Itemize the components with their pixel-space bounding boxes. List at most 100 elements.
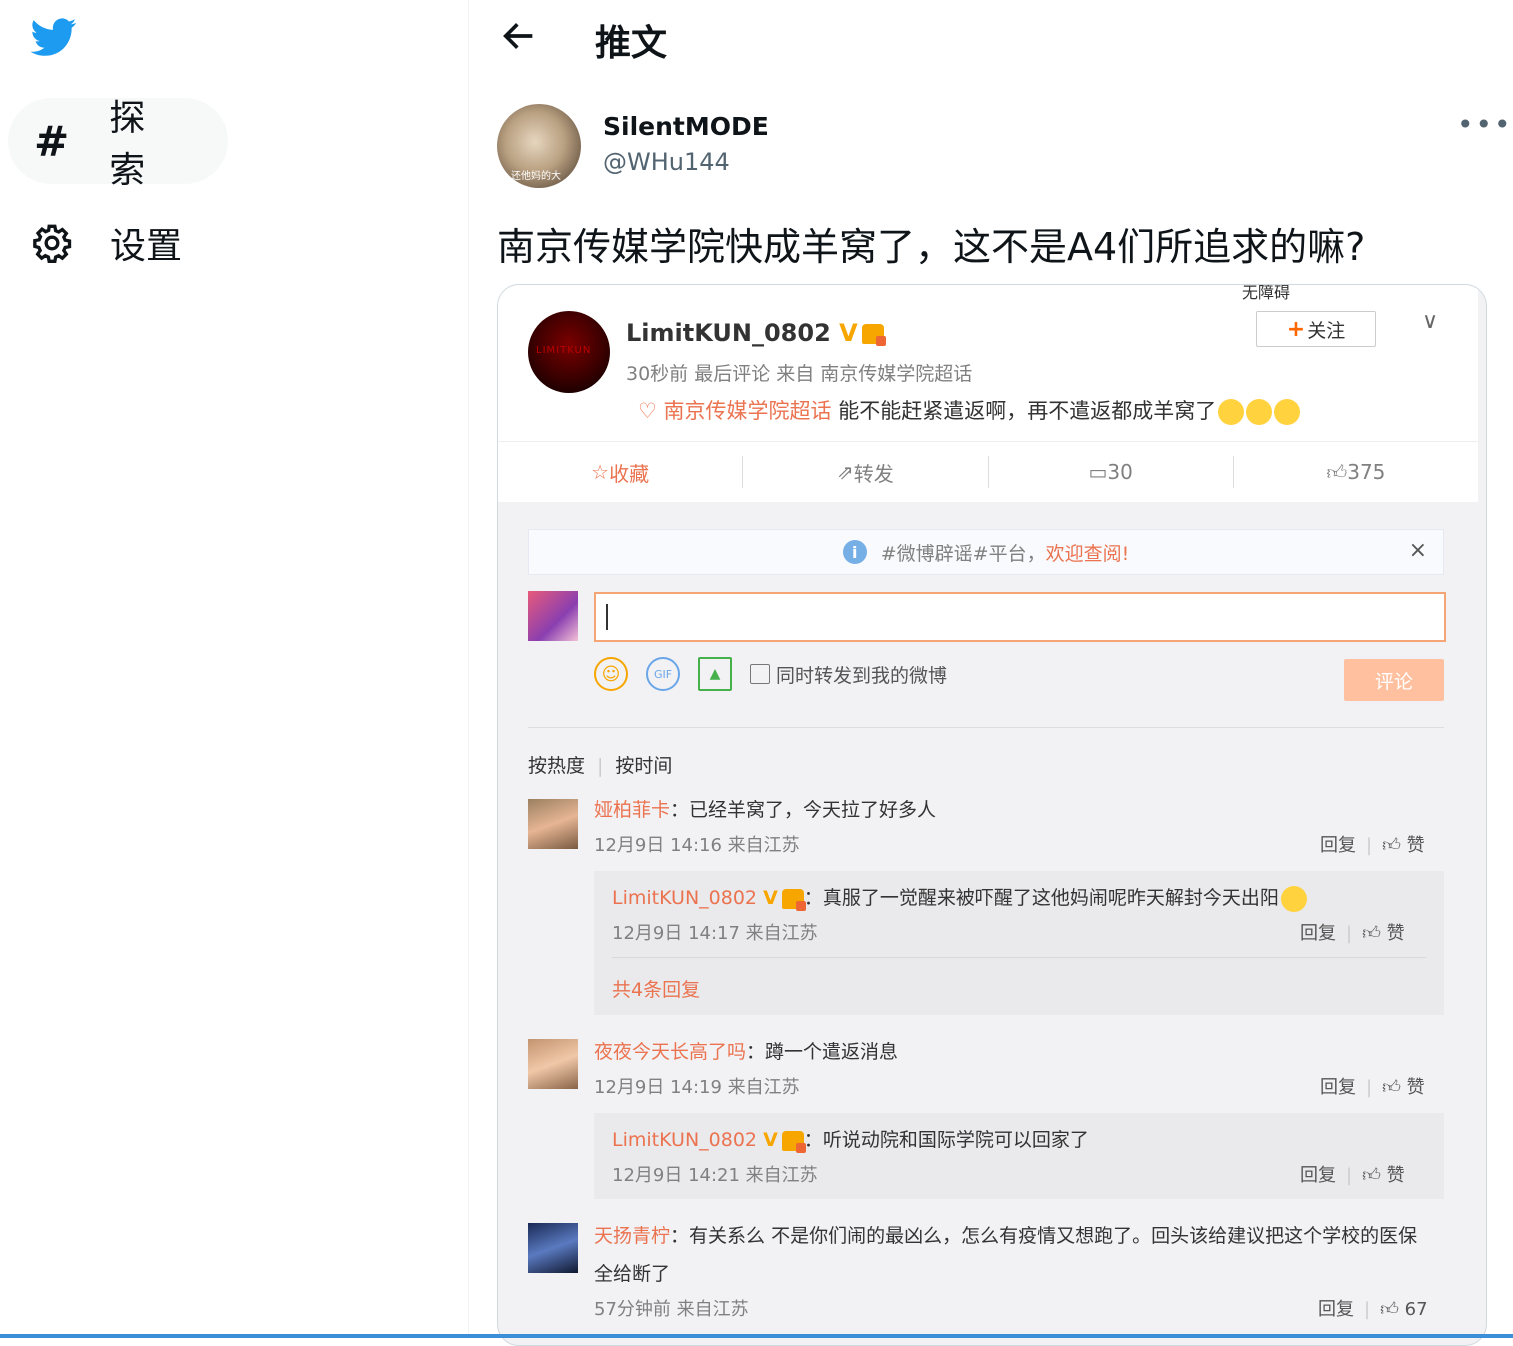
- repost-icon: ⇗: [836, 460, 854, 484]
- weibo-avatar-text: LIMITKUN: [536, 345, 592, 356]
- reply-actions: 回复 | 👍︎ 赞: [1300, 923, 1405, 944]
- verified-v-icon: V: [763, 887, 778, 909]
- gif-icon: GIF: [646, 657, 680, 691]
- comment-line: 天扬青柠：有关系么 不是你们闹的最凶么，怎么有疫情又想跑了。回头该给建议把这个学…: [594, 1225, 1418, 1247]
- comment-avatar: [528, 799, 578, 849]
- sort-hot: 按热度: [528, 755, 586, 777]
- star-icon: ☆: [591, 460, 610, 484]
- reply-time: 12月9日 14:17 来自江苏: [612, 923, 818, 944]
- author-name[interactable]: SilentMODE: [603, 112, 769, 141]
- reply-link: 回复: [1318, 1299, 1354, 1320]
- crying-emoji-icon: [1274, 399, 1301, 425]
- nav-explore[interactable]: # 探索: [8, 98, 228, 191]
- reply-author: LimitKUN_0802: [612, 887, 758, 909]
- topic-icon: ♡: [638, 399, 664, 423]
- vip-crown-icon: [861, 324, 886, 346]
- reply-text: 听说动院和国际学院可以回家了: [822, 1129, 1089, 1151]
- sync-label: 同时转发到我的微博: [776, 664, 948, 687]
- weibo-comment-input: [594, 592, 1446, 642]
- comment-actions: 回复 | 👍︎ 赞: [1320, 1077, 1425, 1098]
- reply-link: 回复: [1320, 835, 1356, 856]
- image-icon: ▲: [698, 657, 732, 691]
- tweet-text: 南京传媒学院快成羊窝了，这不是A4们所追求的嘛?: [497, 225, 1366, 269]
- comment-author: 天扬青柠: [594, 1225, 671, 1247]
- sync-checkbox: [750, 664, 770, 684]
- thumbs-up-icon: 👍︎: [1382, 835, 1407, 856]
- comment-tools: ☺ GIF ▲ 同时转发到我的微博: [594, 657, 947, 691]
- comment-author: 夜夜今天长高了吗: [594, 1041, 747, 1063]
- comment-avatar: [528, 1223, 578, 1273]
- follow-label: 关注: [1307, 319, 1346, 342]
- hashtag-icon: #: [34, 116, 70, 166]
- comment-text: 蹲一个遣返消息: [765, 1041, 899, 1063]
- comment-time: 12月9日 14:19 来自江苏: [594, 1077, 800, 1098]
- weibo-fav-action: ☆ 收藏: [498, 456, 744, 488]
- tweet-detail: 推文 还他妈的大 SilentMODE @WHu144 ••• 南京传媒学院快成…: [469, 0, 1513, 1346]
- gear-icon: [32, 223, 72, 263]
- chevron-down-icon: ∨: [1422, 309, 1439, 334]
- like-label: 赞: [1386, 1165, 1405, 1186]
- thumbs-up-icon: 👍︎: [1362, 923, 1387, 944]
- nav-explore-label: 探索: [109, 98, 146, 191]
- info-icon: i: [842, 540, 867, 564]
- author-handle[interactable]: @WHu144: [603, 148, 730, 176]
- reply-actions: 回复 | 👍︎ 赞: [1300, 1165, 1405, 1186]
- back-arrow-icon[interactable]: [499, 16, 539, 56]
- comment-icon: ▭: [1088, 460, 1108, 484]
- thumbs-up-icon: 👍︎: [1362, 1165, 1387, 1186]
- like-count: 375: [1347, 460, 1386, 484]
- weibo-body-text: 能不能赶紧遣返啊，再不遣返都成羊窝了: [838, 399, 1217, 423]
- comment-text: 已经羊窝了，今天拉了好多人: [689, 799, 937, 821]
- comment-sort: 按热度 | 按时间: [528, 755, 673, 777]
- comment-count: 30: [1107, 460, 1133, 484]
- weibo-notice-bar: i #微博辟谣#平台， 欢迎查阅! ×: [528, 529, 1444, 575]
- like-label: 赞: [1406, 1077, 1425, 1098]
- crying-emoji-icon: [1218, 399, 1245, 425]
- author-avatar[interactable]: 还他妈的大: [497, 104, 581, 188]
- more-replies-link: 共4条回复: [612, 979, 701, 1001]
- reply-line: LimitKUN_0802 V ：真服了一觉醒来被吓醒了这他妈闹呢昨天解封今天出阳: [612, 883, 1307, 912]
- like-label: 赞: [1406, 835, 1425, 856]
- weibo-comment-action: ▭ 30: [989, 456, 1234, 488]
- thumbs-up-icon: 👍︎: [1380, 1299, 1405, 1320]
- comment-time: 12月9日 14:16 来自江苏: [594, 835, 800, 856]
- reply-time: 12月9日 14:21 来自江苏: [612, 1165, 818, 1186]
- comment-line: 娅柏菲卡：已经羊窝了，今天拉了好多人: [594, 799, 937, 821]
- page-title: 推文: [595, 23, 668, 64]
- verified-v-icon: V: [763, 1129, 778, 1151]
- comment-time: 57分钟前 来自江苏: [594, 1299, 749, 1320]
- like-label: 赞: [1386, 923, 1405, 944]
- reply-link: 回复: [1320, 1077, 1356, 1098]
- comment-actions: 回复 | 👍︎ 赞: [1320, 835, 1425, 856]
- weibo-post-meta: 30秒前 最后评论 来自 南京传媒学院超话: [626, 363, 973, 385]
- viewer-avatar: [528, 591, 578, 641]
- more-options-icon[interactable]: •••: [1457, 108, 1513, 141]
- reply-author: LimitKUN_0802: [612, 1129, 758, 1151]
- weibo-repost-action: ⇗ 转发: [743, 456, 989, 488]
- twitter-logo-icon[interactable]: [28, 14, 80, 60]
- weibo-author-name: LimitKUN_0802: [626, 319, 831, 347]
- thumbs-up-icon: 👍︎: [1382, 1077, 1407, 1098]
- verified-v-icon: V: [839, 319, 858, 347]
- reply-line: LimitKUN_0802 V ：听说动院和国际学院可以回家了: [612, 1129, 1089, 1153]
- weibo-accessibility-label: 无障碍: [1242, 284, 1291, 302]
- sidebar: # 探索 设置: [0, 0, 469, 1338]
- nav-settings-label: 设置: [110, 226, 183, 267]
- comment-avatar: [528, 1039, 578, 1089]
- weibo-post-body: ♡ 南京传媒学院超话 能不能赶紧遣返啊，再不遣返都成羊窝了: [638, 395, 1301, 425]
- reply-link: 回复: [1300, 1165, 1336, 1186]
- nav-settings[interactable]: 设置: [8, 200, 230, 286]
- weibo-author-line: LimitKUN_0802 V: [626, 319, 886, 347]
- bottom-edge: [0, 1334, 1513, 1338]
- weibo-topic: 南京传媒学院超话: [663, 399, 832, 423]
- vip-crown-icon: [781, 1130, 806, 1153]
- crying-emoji-icon: [1246, 399, 1273, 425]
- grin-emoji-icon: [1280, 885, 1307, 912]
- tweet-media-image[interactable]: 无障碍 LIMITKUN LimitKUN_0802 V 30秒前 最后评论 来…: [497, 284, 1487, 1346]
- weibo-like-action: 👍︎ 375: [1234, 456, 1478, 488]
- close-icon: ×: [1408, 538, 1427, 563]
- divider: [612, 957, 1426, 958]
- thumbs-up-icon: 👍︎: [1326, 459, 1348, 484]
- weibo-follow-button: + 关注: [1256, 311, 1376, 347]
- comment-line: 夜夜今天长高了吗：蹲一个遣返消息: [594, 1041, 899, 1063]
